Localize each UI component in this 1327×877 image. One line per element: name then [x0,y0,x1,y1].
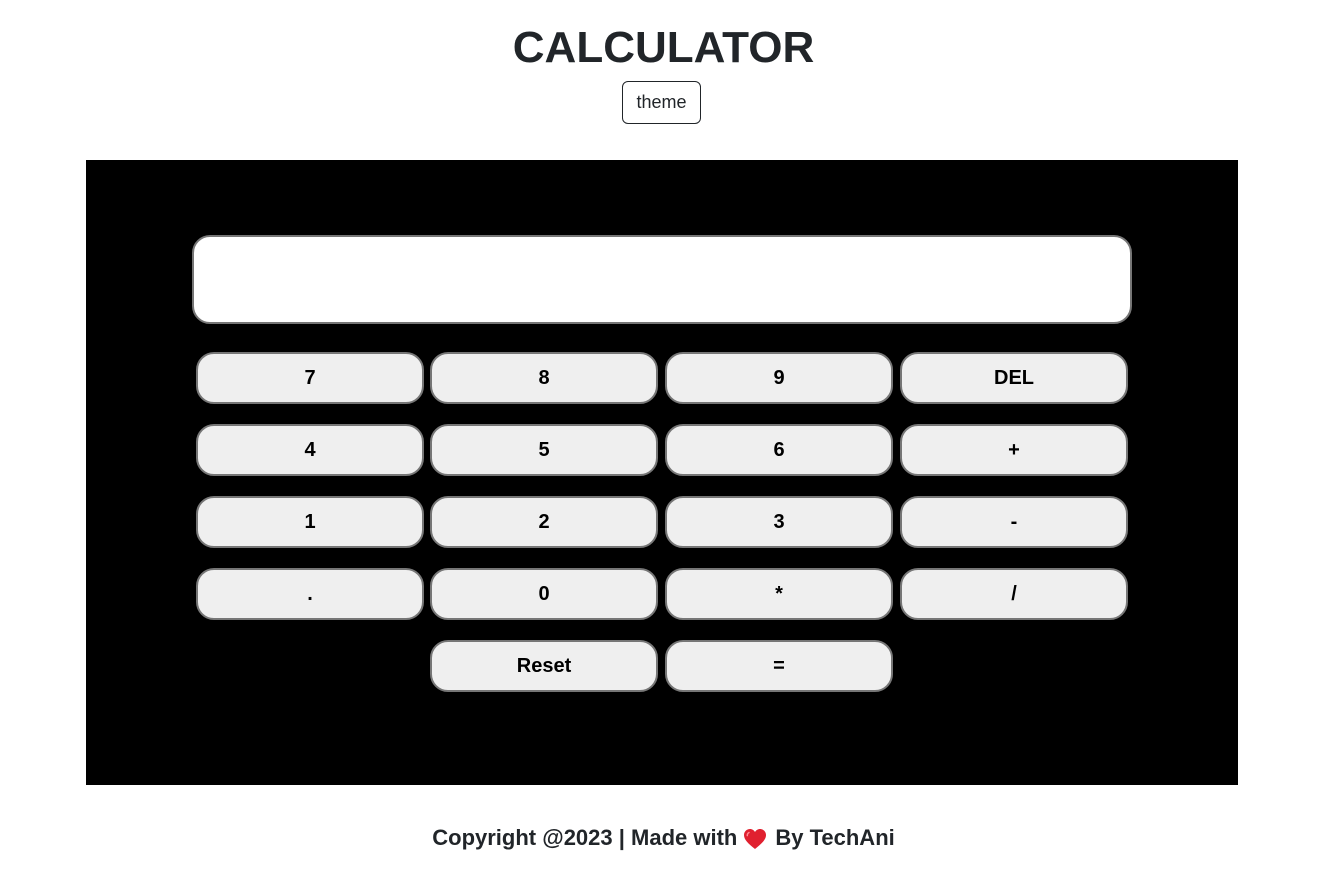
decimal-button[interactable]: . [196,568,424,620]
divide-button[interactable]: / [900,568,1128,620]
key-7[interactable]: 7 [196,352,424,404]
heart-icon [743,828,767,850]
footer-author: By TechAni [775,825,895,850]
page-title: CALCULATOR [512,23,815,72]
theme-toggle-button[interactable]: theme [622,81,701,124]
equals-button[interactable]: = [665,640,893,692]
key-1[interactable]: 1 [196,496,424,548]
calculator-page: CALCULATOR theme 7 8 9 DEL 4 5 6 + 1 2 3… [0,0,1327,877]
minus-button[interactable]: - [900,496,1128,548]
footer-copyright: Copyright @2023 | Made with [432,825,738,850]
multiply-button[interactable]: * [665,568,893,620]
footer: Copyright @2023 | Made with By TechAni [0,820,1327,856]
calculator-display[interactable] [192,235,1132,324]
key-5[interactable]: 5 [430,424,658,476]
key-6[interactable]: 6 [665,424,893,476]
delete-button[interactable]: DEL [900,352,1128,404]
reset-button[interactable]: Reset [430,640,658,692]
key-4[interactable]: 4 [196,424,424,476]
calculator-panel: 7 8 9 DEL 4 5 6 + 1 2 3 - . 0 * / Reset … [86,160,1238,785]
key-3[interactable]: 3 [665,496,893,548]
plus-button[interactable]: + [900,424,1128,476]
key-0[interactable]: 0 [430,568,658,620]
key-8[interactable]: 8 [430,352,658,404]
key-2[interactable]: 2 [430,496,658,548]
key-9[interactable]: 9 [665,352,893,404]
